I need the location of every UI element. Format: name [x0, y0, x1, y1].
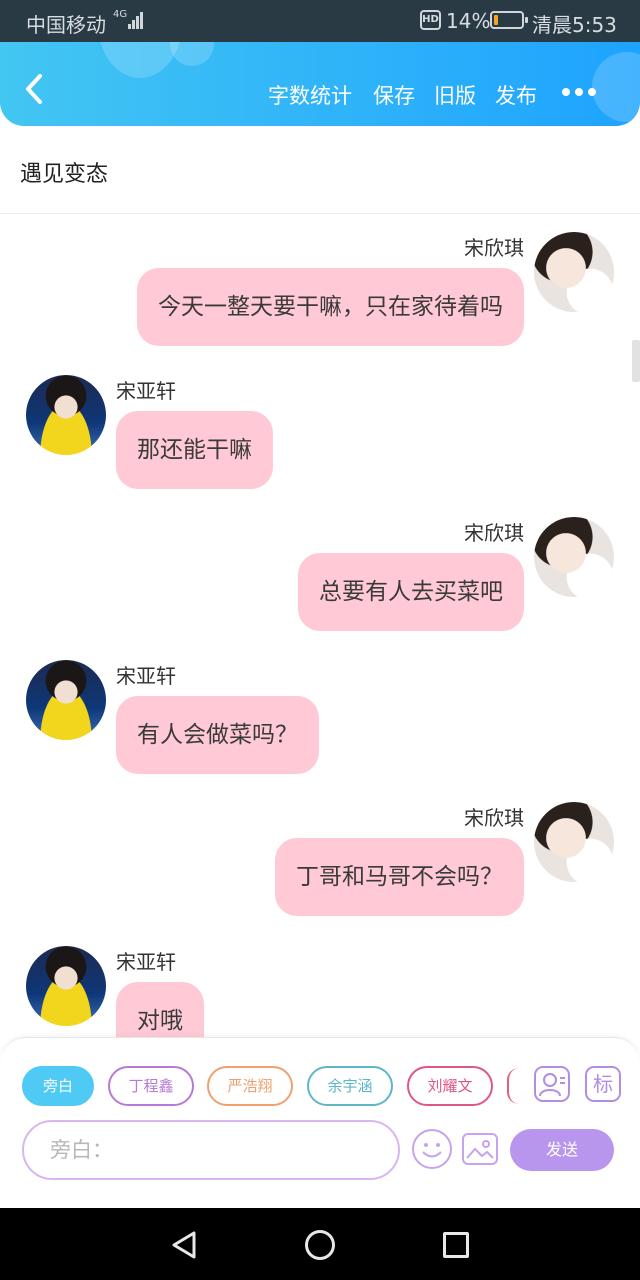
sender-name: 宋亚轩 [116, 950, 176, 974]
message-bubble[interactable]: 对哦 [116, 982, 204, 1037]
role-chip[interactable]: 刘耀文 [407, 1066, 493, 1106]
sender-name: 宋欣琪 [464, 521, 524, 545]
old-version-button[interactable]: 旧版 [434, 80, 476, 110]
role-chip[interactable]: 余宇涵 [307, 1066, 393, 1106]
label-tag-icon[interactable]: 标 [585, 1066, 621, 1102]
signal-icon [128, 11, 146, 29]
story-title: 遇见变态 [20, 162, 109, 187]
sender-name: 宋欣琪 [464, 236, 524, 260]
carrier-name: 中国移动 [26, 13, 106, 37]
nav-home-icon[interactable] [305, 1230, 335, 1260]
avatar[interactable] [26, 946, 106, 1026]
story-title-row[interactable]: 遇见变态 [0, 126, 640, 214]
character-manage-icon[interactable] [534, 1066, 570, 1102]
sender-name: 宋亚轩 [116, 664, 176, 688]
dialogue-input[interactable]: 旁白： [22, 1120, 400, 1180]
chat-area[interactable]: 宋欣琪 今天一整天要干嘛，只在家待着吗 宋亚轩 那还能干嘛 宋欣琪 总要有人去买… [0, 215, 640, 1037]
system-nav-bar [0, 1208, 640, 1280]
avatar[interactable] [26, 660, 106, 740]
editor-toolbar: 字数统计 保存 旧版 发布 [0, 42, 640, 126]
avatar[interactable] [534, 802, 614, 882]
image-icon[interactable] [462, 1133, 498, 1165]
person-icon [539, 1073, 565, 1097]
network-type: 4G [113, 9, 128, 20]
app-header: 中国移动 4G HD 14% 清晨5:53 字数统计 保存 旧版 发布 [0, 0, 640, 126]
avatar[interactable] [534, 517, 614, 597]
battery-percent: 14% [446, 9, 491, 33]
input-panel: 旁白 丁程鑫 严浩翔 余宇涵 刘耀文 标 旁白： 发送 [0, 1037, 640, 1180]
message-bubble[interactable]: 今天一整天要干嘛，只在家待着吗 [137, 268, 524, 346]
status-time: 清晨5:53 [532, 13, 617, 37]
sender-name: 宋亚轩 [116, 379, 176, 403]
nav-back-icon[interactable] [170, 1230, 198, 1260]
status-bar: 中国移动 4G HD 14% 清晨5:53 [0, 0, 640, 42]
back-arrow-icon[interactable] [20, 72, 50, 106]
send-button[interactable]: 发送 [510, 1129, 614, 1171]
more-options-icon[interactable] [560, 86, 598, 100]
scrollbar[interactable] [632, 340, 640, 382]
message-bubble[interactable]: 那还能干嘛 [116, 411, 273, 489]
role-chip-narration[interactable]: 旁白 [22, 1066, 94, 1106]
word-count-button[interactable]: 字数统计 [268, 80, 352, 110]
role-chip-partial[interactable] [507, 1068, 519, 1104]
avatar[interactable] [26, 375, 106, 455]
message-bubble[interactable]: 有人会做菜吗？ [116, 696, 319, 774]
emoji-icon[interactable] [412, 1129, 452, 1169]
battery-icon [490, 11, 528, 29]
hd-badge: HD [420, 10, 441, 30]
nav-recent-apps-icon[interactable] [443, 1232, 469, 1258]
avatar[interactable] [534, 232, 614, 312]
message-bubble[interactable]: 丁哥和马哥不会吗？ [275, 838, 524, 916]
publish-button[interactable]: 发布 [495, 80, 537, 110]
role-chip[interactable]: 丁程鑫 [108, 1066, 194, 1106]
message-bubble[interactable]: 总要有人去买菜吧 [298, 553, 524, 631]
sender-name: 宋欣琪 [464, 806, 524, 830]
save-button[interactable]: 保存 [373, 80, 415, 110]
role-chip[interactable]: 严浩翔 [207, 1066, 293, 1106]
